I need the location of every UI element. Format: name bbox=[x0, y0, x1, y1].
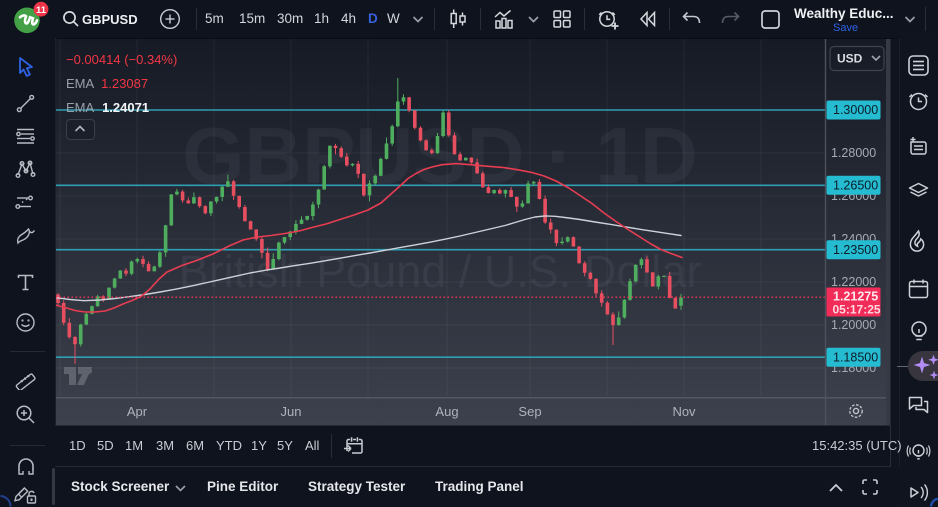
svg-text:Aug: Aug bbox=[435, 404, 458, 419]
svg-text:Sep: Sep bbox=[518, 404, 541, 419]
svg-text:USD: USD bbox=[837, 52, 863, 66]
svg-text:1.22000: 1.22000 bbox=[831, 275, 876, 289]
svg-text:Jun: Jun bbox=[281, 404, 302, 419]
svg-text:1.28000: 1.28000 bbox=[831, 146, 876, 160]
svg-text:1.26500: 1.26500 bbox=[833, 179, 878, 193]
svg-text:1.20000: 1.20000 bbox=[831, 318, 876, 332]
svg-text:Nov: Nov bbox=[672, 404, 696, 419]
svg-text:1.23500: 1.23500 bbox=[833, 243, 878, 257]
svg-text:05:17:25: 05:17:25 bbox=[833, 303, 881, 317]
svg-text:11: 11 bbox=[36, 5, 47, 16]
svg-text:1.30000: 1.30000 bbox=[833, 103, 878, 117]
svg-text:1.18500: 1.18500 bbox=[833, 350, 878, 364]
svg-text:Apr: Apr bbox=[127, 404, 148, 419]
svg-text:GBPUSD · 1D: GBPUSD · 1D bbox=[182, 111, 698, 200]
svg-text:1.21275: 1.21275 bbox=[833, 290, 878, 304]
